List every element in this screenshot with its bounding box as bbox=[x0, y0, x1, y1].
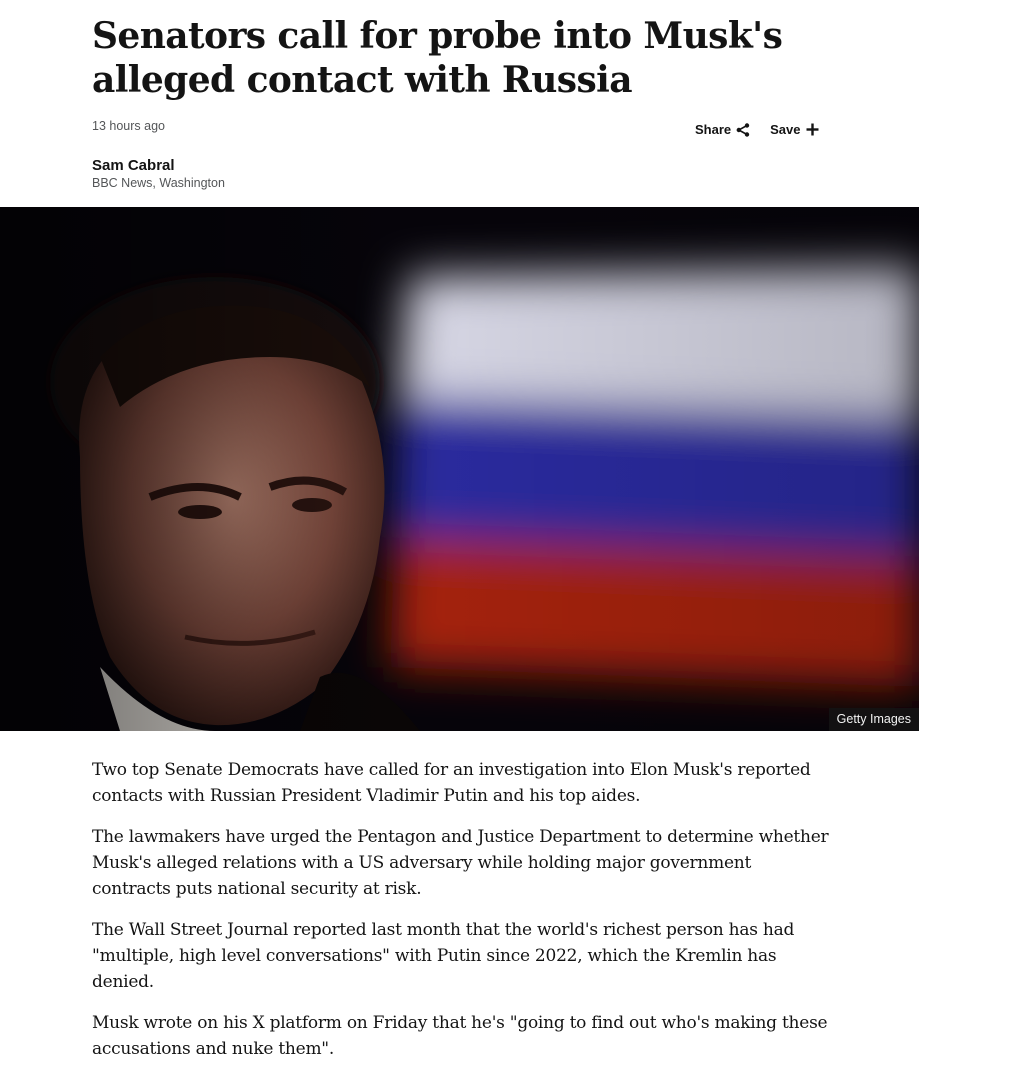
article-headline: Senators call for probe into Musk's alle… bbox=[92, 15, 783, 101]
save-button[interactable]: Save bbox=[770, 122, 819, 137]
hero-image: Getty Images bbox=[0, 207, 919, 731]
share-button[interactable]: Share bbox=[695, 122, 750, 137]
article-timestamp: 13 hours ago bbox=[92, 119, 165, 133]
plus-icon bbox=[806, 123, 819, 136]
image-credit: Getty Images bbox=[828, 708, 919, 731]
save-label: Save bbox=[770, 122, 801, 137]
author-role: BBC News, Washington bbox=[92, 176, 225, 190]
hero-photo bbox=[0, 207, 919, 731]
share-icon bbox=[736, 122, 750, 137]
article-body: Two top Senate Democrats have called for… bbox=[92, 757, 832, 1077]
share-label: Share bbox=[695, 122, 732, 137]
article-actions: Share Save bbox=[695, 122, 819, 137]
paragraph: Musk wrote on his X platform on Friday t… bbox=[92, 1013, 828, 1059]
paragraph: The Wall Street Journal reported last mo… bbox=[92, 920, 795, 992]
paragraph: The lawmakers have urged the Pentagon an… bbox=[92, 827, 829, 899]
paragraph: Two top Senate Democrats have called for… bbox=[92, 760, 811, 806]
author-name[interactable]: Sam Cabral bbox=[92, 157, 175, 174]
